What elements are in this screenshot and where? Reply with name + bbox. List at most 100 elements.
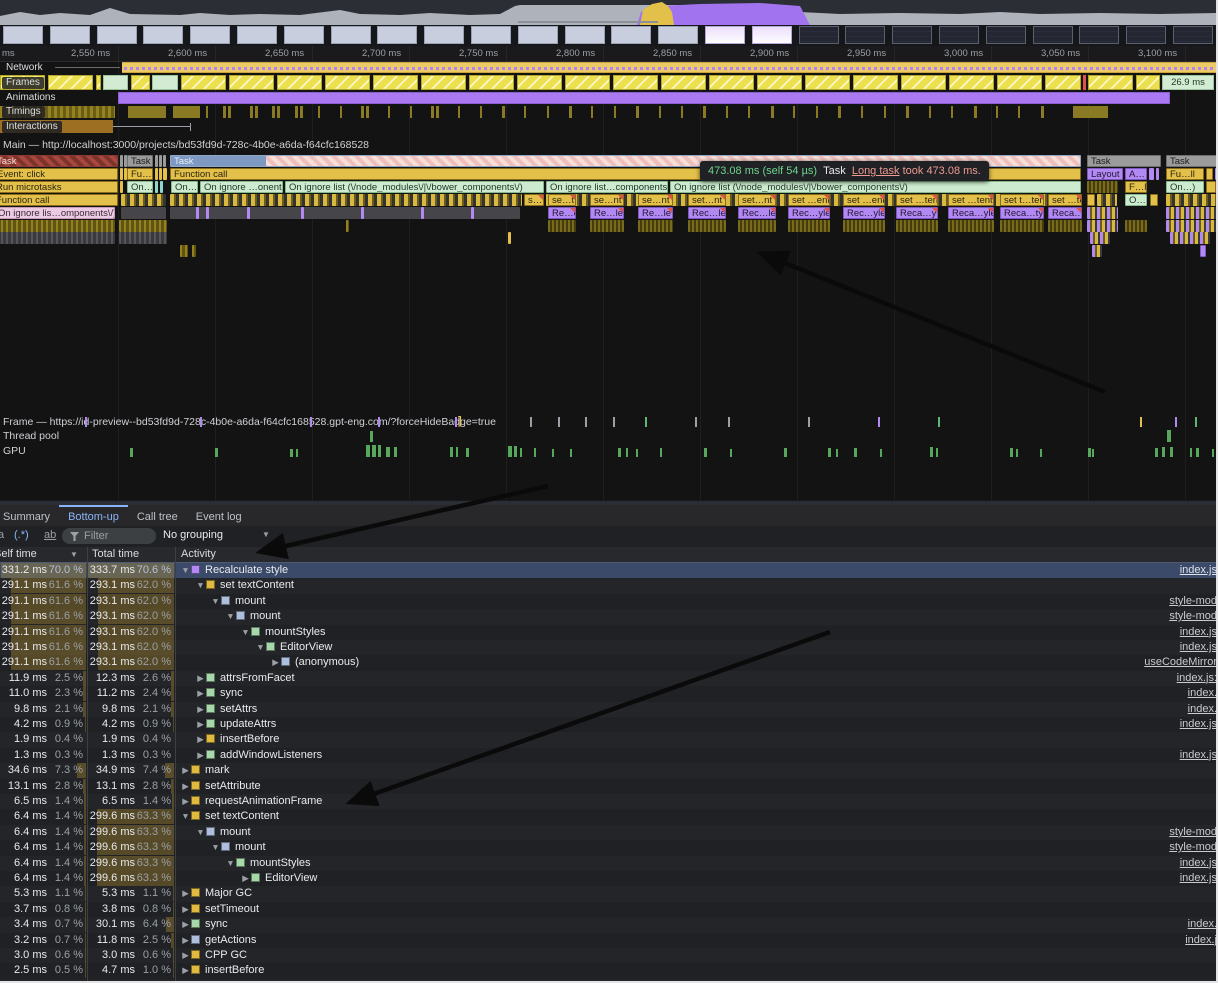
flame-bar[interactable] (1170, 232, 1210, 244)
gpu-activity-tick[interactable] (1190, 448, 1192, 457)
gpu-activity-tick[interactable] (366, 445, 370, 457)
frame-block[interactable] (103, 75, 128, 90)
gpu-activity-tick[interactable] (570, 449, 572, 457)
timing-tick[interactable] (591, 106, 593, 118)
source-location-link[interactable]: style-mod (1169, 594, 1217, 609)
expand-icon[interactable]: ▶ (180, 933, 191, 948)
thread-pool-tick[interactable] (1167, 430, 1171, 442)
flame-bar[interactable]: set …tent (896, 194, 938, 206)
flame-bar[interactable]: On…) (171, 181, 198, 193)
flame-bar[interactable] (1087, 207, 1118, 219)
timing-tick[interactable] (569, 106, 572, 118)
table-row[interactable]: 3.7 ms0.8 %3.8 ms0.8 %▶setTimeout (0, 902, 1218, 917)
frame-event-tick[interactable] (378, 417, 380, 427)
frame-event-tick[interactable] (695, 417, 697, 427)
flame-bar[interactable] (1087, 181, 1118, 193)
frame-block[interactable] (1083, 75, 1086, 90)
timing-tick[interactable] (361, 106, 364, 118)
frame-event-tick[interactable] (728, 417, 730, 427)
frame-block[interactable] (997, 75, 1042, 90)
expand-icon[interactable]: ▶ (240, 871, 251, 886)
flame-bar[interactable]: Rec…le (688, 207, 726, 219)
flame-bar[interactable]: Rec…yle (788, 207, 830, 219)
gpu-activity-tick[interactable] (456, 447, 458, 457)
flame-bar[interactable]: set …tent (948, 194, 994, 206)
flame-bar[interactable]: Event: click (0, 168, 118, 180)
flame-bar[interactable] (548, 220, 576, 232)
filmstrip-thumbnail[interactable] (1033, 26, 1073, 44)
column-self-time[interactable]: Self time (0, 548, 37, 560)
flame-bar[interactable] (1200, 245, 1206, 257)
flame-bar[interactable] (843, 220, 885, 232)
gpu-activity-tick[interactable] (215, 448, 218, 457)
timing-tick[interactable] (636, 106, 639, 118)
table-row[interactable]: 1.9 ms0.4 %1.9 ms0.4 %▶insertBefore (0, 732, 1218, 747)
expand-icon[interactable]: ▶ (180, 794, 191, 809)
interactions-track[interactable]: Interactions (0, 119, 1218, 135)
table-row[interactable]: 6.4 ms1.4 %299.6 ms63.3 %▶EditorViewinde… (0, 871, 1218, 886)
collapse-icon[interactable]: ▼ (240, 625, 251, 640)
gpu-activity-tick[interactable] (1212, 449, 1214, 457)
main-thread-flame-chart[interactable]: TaskTaskTaskTaskTaskEvent: clickFu…llFun… (0, 155, 1218, 265)
timing-tick[interactable] (206, 106, 208, 118)
expand-icon[interactable]: ▶ (195, 748, 206, 763)
frame-block[interactable] (757, 75, 802, 90)
flame-bar[interactable] (1048, 220, 1082, 232)
flame-bar[interactable] (1166, 220, 1218, 232)
timing-tick[interactable] (884, 106, 886, 118)
frame-block[interactable] (613, 75, 658, 90)
flame-bar[interactable]: On ignore lis…omponents\/) (0, 207, 115, 219)
table-row[interactable]: 291.1 ms61.6 %293.1 ms62.0 %▶(anonymous)… (0, 655, 1218, 670)
flame-bar[interactable]: Task (1166, 155, 1218, 167)
timing-tick[interactable] (524, 106, 526, 118)
expand-icon[interactable]: ▶ (180, 917, 191, 932)
source-location-link[interactable]: style-mod (1169, 825, 1217, 840)
flame-bar[interactable]: Task (1087, 155, 1161, 167)
tab-event-log[interactable]: Event log (187, 505, 251, 526)
flame-bar[interactable] (170, 207, 520, 219)
flame-bar[interactable]: Re…le (590, 207, 624, 219)
expand-icon[interactable]: ▶ (195, 702, 206, 717)
gpu-activity-tick[interactable] (836, 449, 838, 457)
flame-bar[interactable] (180, 245, 188, 257)
frame-block[interactable] (131, 75, 150, 90)
flame-bar[interactable]: A… (1125, 168, 1147, 180)
frame-block[interactable] (517, 75, 562, 90)
source-location-link[interactable]: style-mod (1169, 840, 1217, 855)
flame-bar[interactable] (1087, 220, 1118, 232)
gpu-activity-tick[interactable] (854, 448, 857, 457)
expand-icon[interactable]: ▶ (270, 655, 281, 670)
frame-block[interactable] (901, 75, 946, 90)
flame-bar[interactable] (1097, 194, 1117, 206)
timing-tick[interactable] (816, 106, 818, 118)
filmstrip-thumbnail[interactable] (284, 26, 324, 44)
tab-bottom-up[interactable]: Bottom-up (59, 505, 128, 526)
filmstrip-thumbnail[interactable] (190, 26, 230, 44)
screenshot-filmstrip[interactable] (0, 25, 1218, 46)
gpu-activity-tick[interactable] (378, 445, 381, 457)
flame-bar[interactable]: s…t (524, 194, 544, 206)
match-case-icon[interactable]: a (0, 529, 4, 541)
gpu-activity-tick[interactable] (936, 448, 938, 457)
frame-block[interactable] (181, 75, 226, 90)
filmstrip-thumbnail[interactable] (799, 26, 839, 44)
frame-event-tick[interactable] (558, 417, 560, 427)
gpu-activity-tick[interactable] (1088, 448, 1091, 457)
filmstrip-thumbnail[interactable] (1126, 26, 1166, 44)
table-row[interactable]: 4.2 ms0.9 %4.2 ms0.9 %▶updateAttrsindex.… (0, 717, 1218, 732)
gpu-activity-tick[interactable] (130, 448, 133, 457)
expand-icon[interactable]: ▶ (180, 963, 191, 978)
flame-bar[interactable] (421, 207, 424, 219)
filmstrip-thumbnail[interactable] (97, 26, 137, 44)
flame-bar[interactable]: On ignore …onents\/) (200, 181, 283, 193)
frame-block[interactable] (565, 75, 610, 90)
flame-bar[interactable] (159, 155, 162, 167)
flame-bar[interactable] (120, 155, 123, 167)
flame-bar[interactable]: On…) (127, 181, 153, 193)
frame-block[interactable] (1045, 75, 1081, 90)
filmstrip-thumbnail[interactable] (845, 26, 885, 44)
table-row[interactable]: 34.6 ms7.3 %34.9 ms7.4 %▶mark (0, 763, 1218, 778)
flame-bar[interactable] (590, 220, 624, 232)
table-row[interactable]: 3.2 ms0.7 %11.8 ms2.5 %▶getActionsindex.… (0, 933, 1218, 948)
source-location-link[interactable]: index.j (1185, 933, 1217, 948)
